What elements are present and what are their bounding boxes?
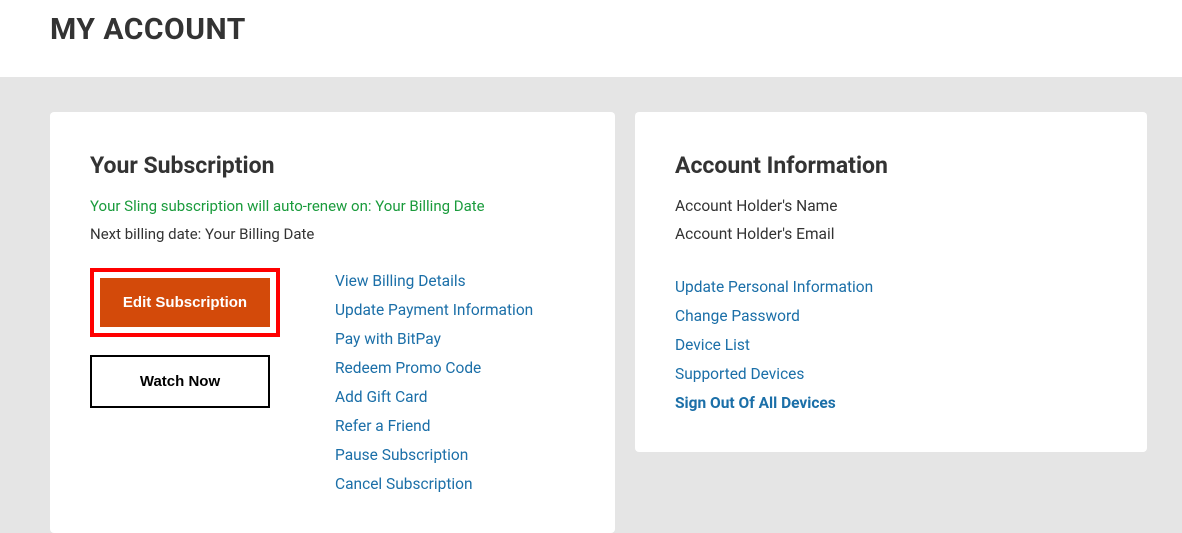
- edit-subscription-button[interactable]: Edit Subscription: [100, 278, 270, 327]
- pause-subscription-link[interactable]: Pause Subscription: [335, 446, 533, 464]
- account-card-title: Account Information: [675, 152, 1107, 179]
- subscription-card: Your Subscription Your Sling subscriptio…: [50, 112, 615, 533]
- highlight-frame: Edit Subscription: [90, 268, 280, 337]
- sign-out-all-devices-link[interactable]: Sign Out Of All Devices: [675, 394, 1107, 412]
- billing-date-text: Next billing date: Your Billing Date: [90, 225, 575, 243]
- cancel-subscription-link[interactable]: Cancel Subscription: [335, 475, 533, 493]
- view-billing-link[interactable]: View Billing Details: [335, 272, 533, 290]
- button-column: Edit Subscription Watch Now: [90, 268, 280, 493]
- add-gift-card-link[interactable]: Add Gift Card: [335, 388, 533, 406]
- subscription-links: View Billing Details Update Payment Info…: [335, 268, 533, 493]
- redeem-promo-link[interactable]: Redeem Promo Code: [335, 359, 533, 377]
- page-title: MY ACCOUNT: [50, 12, 1132, 47]
- pay-bitpay-link[interactable]: Pay with BitPay: [335, 330, 533, 348]
- account-info-card: Account Information Account Holder's Nam…: [635, 112, 1147, 452]
- account-links: Update Personal Information Change Passw…: [675, 278, 1107, 412]
- page-header: MY ACCOUNT: [0, 0, 1182, 77]
- account-holder-email: Account Holder's Email: [675, 225, 1107, 243]
- device-list-link[interactable]: Device List: [675, 336, 1107, 354]
- update-payment-link[interactable]: Update Payment Information: [335, 301, 533, 319]
- watch-now-button[interactable]: Watch Now: [90, 355, 270, 408]
- account-holder-name: Account Holder's Name: [675, 197, 1107, 215]
- supported-devices-link[interactable]: Supported Devices: [675, 365, 1107, 383]
- update-personal-info-link[interactable]: Update Personal Information: [675, 278, 1107, 296]
- renewal-text: Your Sling subscription will auto-renew …: [90, 197, 575, 215]
- content-area: Your Subscription Your Sling subscriptio…: [0, 77, 1182, 533]
- change-password-link[interactable]: Change Password: [675, 307, 1107, 325]
- refer-friend-link[interactable]: Refer a Friend: [335, 417, 533, 435]
- subscription-card-title: Your Subscription: [90, 152, 575, 179]
- subscription-body: Edit Subscription Watch Now View Billing…: [90, 268, 575, 493]
